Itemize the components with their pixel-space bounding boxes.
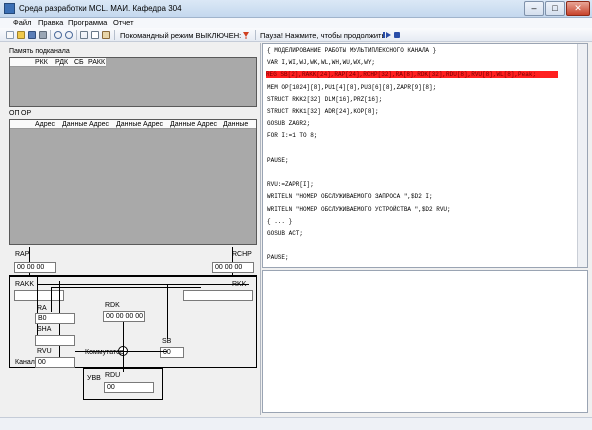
col-data: Данные [116, 121, 142, 128]
col-rakk: РАКК [88, 59, 106, 66]
sb-label: SB [162, 338, 172, 345]
subchannel-memory-grid[interactable]: РКК РДК СБ РАКК [9, 57, 257, 107]
code-line[interactable]: FOR I:=1 TO 8; [267, 132, 317, 139]
code-line-highlighted[interactable]: REG SB[2],RAKK[24],RAP[24],RCHP[32],RA[8… [266, 71, 558, 79]
sha-field[interactable] [35, 335, 75, 346]
uvv-label: УВВ [87, 375, 101, 382]
new-icon[interactable] [6, 31, 14, 39]
code-line[interactable]: RVU:=ZAPR[I]; [267, 181, 314, 188]
bus-line [37, 284, 249, 285]
toolbar-separator [76, 30, 77, 40]
col-rdk: РДК [55, 59, 69, 66]
col-address: Адрес [89, 121, 110, 128]
bus-line [51, 287, 201, 288]
col-address: Адрес [35, 121, 56, 128]
rap-field[interactable]: 00 00 00 [14, 262, 56, 273]
menu-program[interactable]: Программа [68, 18, 107, 27]
subchannel-memory-header: РКК РДК СБ РАКК [10, 58, 106, 67]
ra-label: RA [37, 305, 47, 312]
sb-field[interactable]: 00 [160, 347, 184, 358]
rap-label: RAP [15, 251, 30, 258]
rvu-label: RVU [37, 348, 52, 355]
output-panel[interactable] [262, 270, 588, 413]
command-mode-label: Покомандный режим ВЫКЛЮЧЕН: [120, 31, 242, 40]
rakk-field[interactable] [14, 290, 64, 301]
switch-label: Коммутатор [85, 349, 124, 356]
code-line[interactable]: STRUCT RKK1[32] ADR[24],KOP[8]; [267, 108, 379, 115]
print-icon[interactable] [39, 31, 47, 39]
rchp-field[interactable]: 00 00 00 [212, 262, 254, 273]
rchp-label: RCHP [232, 251, 252, 258]
bus-line [167, 284, 168, 339]
undo-icon[interactable] [54, 31, 62, 39]
rdk-label: RDK [105, 302, 120, 309]
code-line[interactable]: PAUSE; [267, 157, 289, 164]
copy-icon[interactable] [91, 31, 99, 39]
open-icon[interactable] [17, 31, 25, 39]
cut-icon[interactable] [80, 31, 88, 39]
rdu-label: RDU [105, 372, 121, 379]
op-label: ОП [9, 110, 20, 117]
code-line[interactable]: WRITELN "НОМЕР ОБСЛУЖИВАЕМОГО ЗАПРОСА ",… [267, 193, 433, 200]
col-data: Данные [170, 121, 196, 128]
code-line[interactable]: WRITELN "НОМЕР ОБСЛУЖИВАЕМОГО УСТРОЙСТВА… [267, 206, 451, 213]
window-title: Среда разработки MCL. МАИ. Кафедра 304 [19, 4, 182, 13]
rvu-field[interactable]: 00 [35, 357, 75, 368]
toolbar-separator [114, 30, 115, 40]
status-bar [0, 417, 592, 430]
toolbar-separator [255, 30, 256, 40]
code-line[interactable]: STRUCT RKK2[32] DLM[16],PRZ[16]; [267, 96, 382, 103]
title-bar: Среда разработки MCL. МАИ. Кафедра 304 –… [0, 0, 592, 18]
toolbar-separator [50, 30, 51, 40]
stop-icon[interactable] [394, 32, 400, 38]
app-icon [4, 3, 15, 14]
or-label: ОР [21, 110, 32, 117]
col-address: Адрес [143, 121, 164, 128]
code-line[interactable]: VAR I,WI,WJ,WK,WL,WH,WU,WX,WY; [267, 59, 375, 66]
rdk-field[interactable]: 00 00 00 00 [103, 311, 145, 322]
subchannel-memory-title: Память подканала [9, 48, 70, 55]
left-panel: Память подканала РКК РДК СБ РАКК ОП ОР А… [7, 45, 259, 417]
rdu-field[interactable]: 00 [104, 382, 154, 393]
bus-line [51, 287, 52, 312]
menu-report[interactable]: Отчет [113, 18, 134, 27]
menu-bar: Файл Правка Программа Отчет [0, 18, 592, 28]
redo-icon[interactable] [65, 31, 73, 39]
code-line[interactable]: { МОДЕЛИРОВАНИЕ РАБОТЫ МУЛЬТИПЛЕКСНОГО К… [267, 47, 436, 54]
op-memory-grid[interactable]: Адрес Данные Адрес Данные Адрес Данные А… [9, 119, 257, 245]
code-line[interactable]: GOSUB ACT; [267, 230, 303, 237]
pause-label: Пауза! Нажмите, чтобы продолжить: [260, 31, 388, 40]
code-editor[interactable]: { МОДЕЛИРОВАНИЕ РАБОТЫ МУЛЬТИПЛЕКСНОГО К… [262, 43, 588, 268]
code-line[interactable]: { ... } [267, 218, 292, 225]
code-scrollbar[interactable] [577, 44, 587, 267]
col-data: Данные [223, 121, 249, 128]
code-line[interactable]: GOSUB ZAGR2; [267, 120, 310, 127]
minimize-button[interactable]: – [524, 1, 544, 16]
col-address: Адрес [197, 121, 218, 128]
rkk-field[interactable] [183, 290, 253, 301]
toolbar: Покомандный режим ВЫКЛЮЧЕН: Пауза! Нажми… [0, 28, 592, 42]
ra-field[interactable]: B0 [35, 313, 75, 324]
sha-label: SHA [37, 326, 52, 333]
col-rkk: РКК [35, 59, 48, 66]
command-mode-icon[interactable] [242, 31, 250, 39]
channel-label: Канал [15, 359, 35, 366]
paste-icon[interactable] [102, 31, 110, 39]
rakk-label: RAKK [15, 281, 35, 288]
menu-file[interactable]: Файл [13, 18, 31, 27]
code-line[interactable]: PAUSE; [267, 254, 289, 261]
continue-icon[interactable] [383, 31, 391, 39]
col-sb: СБ [74, 59, 84, 66]
code-line[interactable]: MEM OP[1024][8],PU1[4][8],PU3[6][8],ZAPR… [267, 84, 436, 91]
menu-edit[interactable]: Правка [38, 18, 63, 27]
panel-splitter[interactable] [260, 43, 261, 415]
maximize-button[interactable]: □ [545, 1, 565, 16]
col-data: Данные [62, 121, 88, 128]
op-memory-header: Адрес Данные Адрес Данные Адрес Данные А… [10, 120, 256, 129]
close-button[interactable]: ✕ [566, 1, 590, 16]
save-icon[interactable] [28, 31, 36, 39]
